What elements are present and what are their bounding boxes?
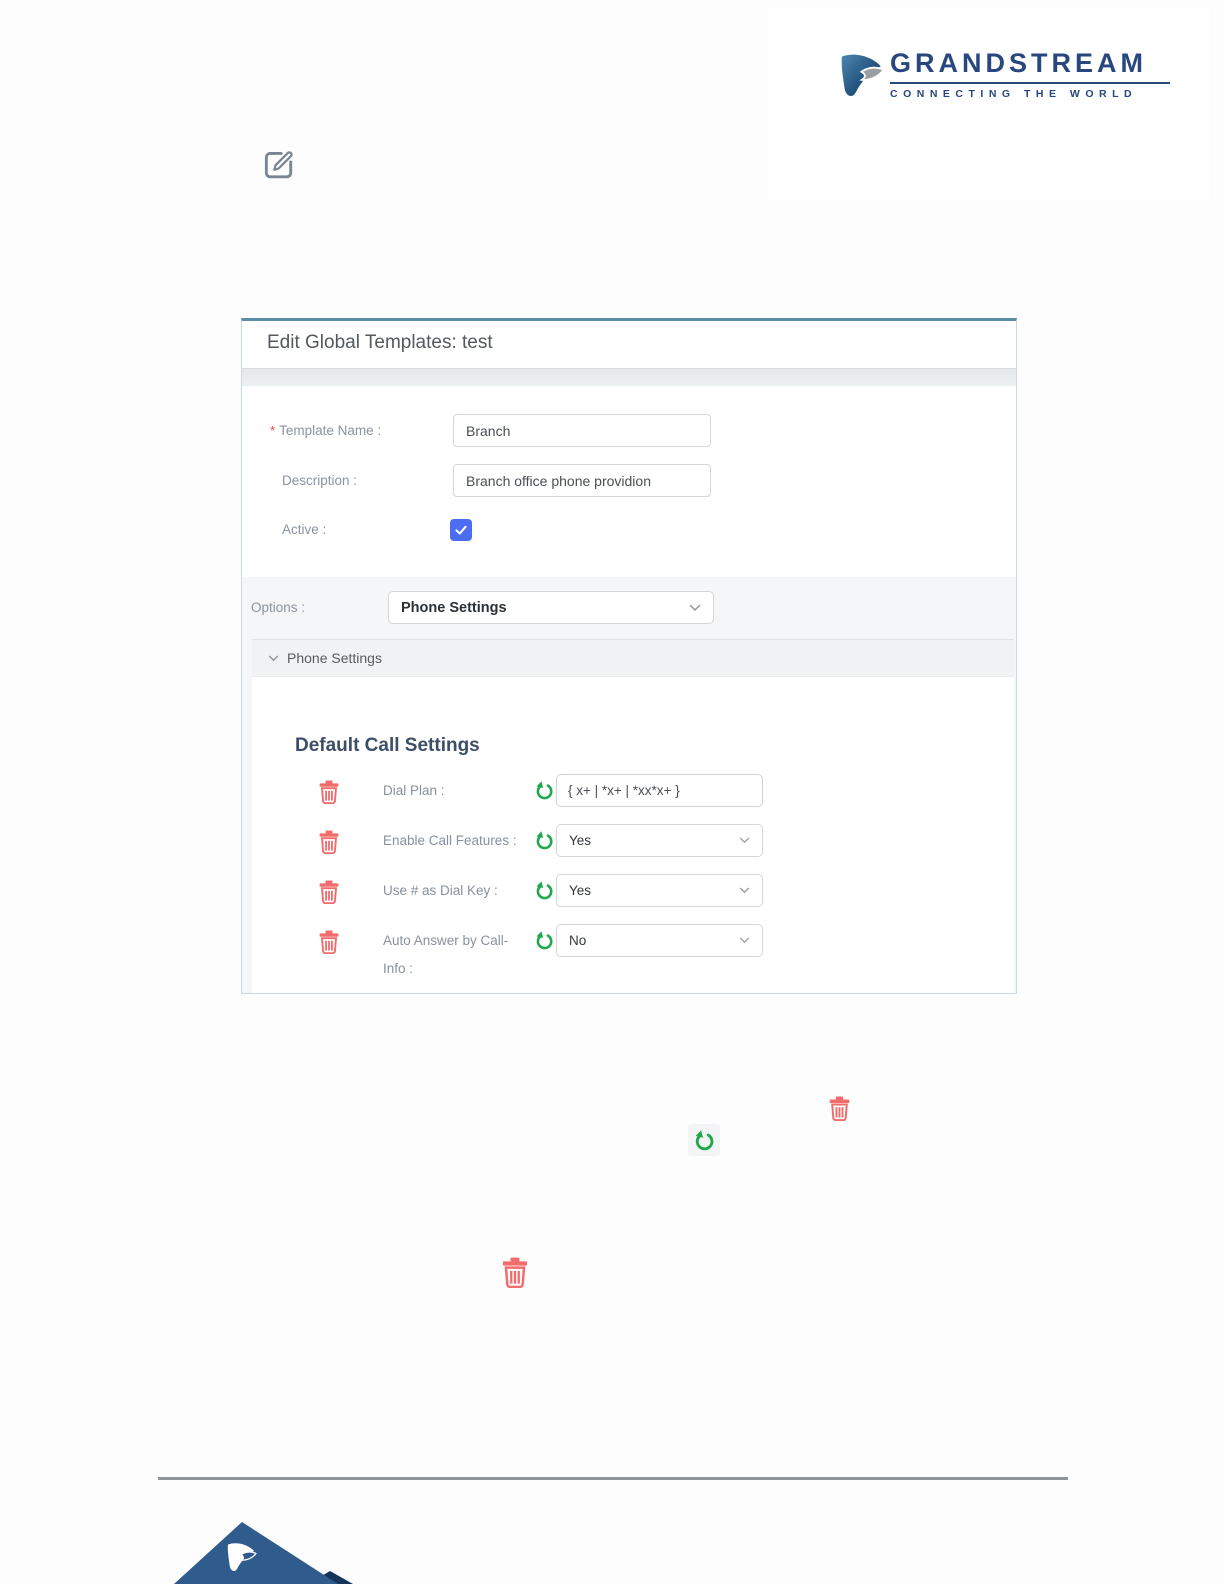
chevron-down-icon <box>739 887 750 894</box>
use-pound-dial-key-select[interactable]: Yes <box>556 874 763 907</box>
chevron-down-icon <box>739 937 750 944</box>
template-name-input[interactable] <box>453 414 711 447</box>
required-asterisk: * <box>270 423 276 438</box>
phone-settings-collapse-header[interactable]: Phone Settings <box>252 639 1014 677</box>
options-label: Options : <box>251 600 306 615</box>
trash-icon[interactable] <box>501 1256 529 1293</box>
reset-icon[interactable] <box>535 830 554 855</box>
default-call-settings-heading: Default Call Settings <box>295 735 480 756</box>
active-checkbox[interactable] <box>450 519 472 541</box>
edit-global-templates-dialog: Edit Global Templates: test * Template Na… <box>241 318 1017 994</box>
enable-call-features-select[interactable]: Yes <box>556 824 763 857</box>
auto-answer-select[interactable]: No <box>556 924 763 957</box>
trash-icon[interactable] <box>318 779 340 809</box>
auto-answer-label-line2: Info : <box>383 961 414 976</box>
chevron-down-icon <box>689 604 701 611</box>
dial-plan-label: Dial Plan : <box>383 783 445 798</box>
trash-icon[interactable] <box>318 929 340 959</box>
active-label: Active : <box>282 522 327 537</box>
phone-settings-body: Default Call Settings Dial Plan : Enable… <box>252 677 1014 993</box>
trash-icon[interactable] <box>828 1095 851 1126</box>
reset-icon[interactable] <box>535 930 554 955</box>
trash-icon[interactable] <box>318 879 340 909</box>
description-input[interactable] <box>453 464 711 497</box>
chevron-down-icon <box>739 837 750 844</box>
edit-icon[interactable] <box>260 145 296 181</box>
chevron-down-icon <box>268 655 279 661</box>
brand-name: GRANDSTREAM <box>890 48 1170 84</box>
enable-call-features-label: Enable Call Features : <box>383 833 517 848</box>
dialog-toolbar-strip <box>242 368 1016 386</box>
trash-icon[interactable] <box>318 829 340 859</box>
options-select-value: Phone Settings <box>401 599 507 616</box>
manual-page: GRANDSTREAM CONNECTING THE WORLD Edit Gl… <box>0 0 1224 1584</box>
collapse-header-label: Phone Settings <box>287 650 382 666</box>
auto-answer-label: Auto Answer by Call- <box>383 933 509 948</box>
reset-icon[interactable] <box>688 1124 720 1156</box>
grandstream-mark-icon <box>840 53 884 97</box>
use-pound-dial-key-label: Use # as Dial Key : <box>383 883 498 898</box>
footer-divider <box>158 1477 1068 1480</box>
grandstream-logo: GRANDSTREAM CONNECTING THE WORLD <box>836 48 1176 110</box>
description-label: Description : <box>282 473 358 488</box>
check-icon <box>455 525 467 535</box>
dial-plan-input[interactable] <box>556 774 763 807</box>
reset-icon[interactable] <box>535 880 554 905</box>
grandstream-pyramid-icon <box>174 1522 353 1584</box>
reset-icon[interactable] <box>535 780 554 805</box>
template-name-label: * Template Name : <box>270 423 382 438</box>
brand-tagline: CONNECTING THE WORLD <box>890 88 1138 100</box>
dialog-title: Edit Global Templates: test <box>267 332 493 353</box>
phone-settings-panel: Phone Settings Default Call Settings Dia… <box>252 639 1014 993</box>
options-select[interactable]: Phone Settings <box>388 591 714 624</box>
